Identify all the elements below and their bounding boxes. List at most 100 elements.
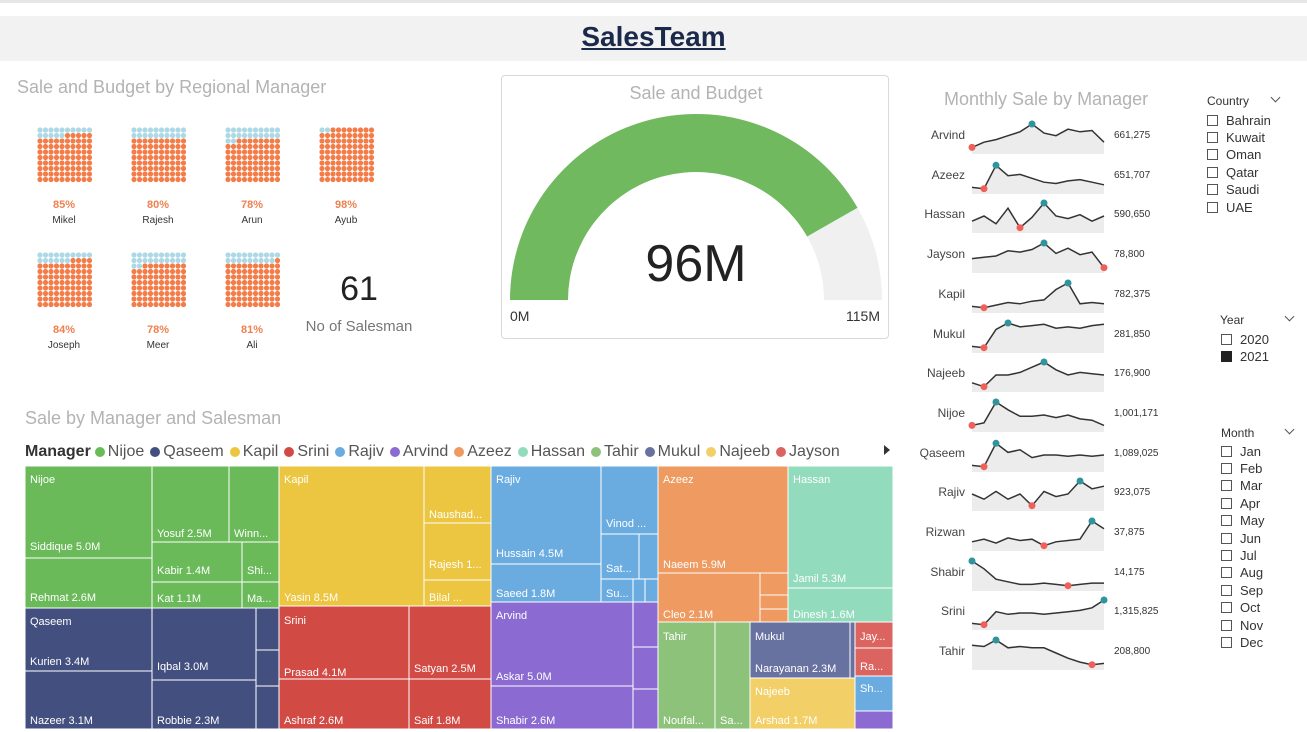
checkbox[interactable]: [1221, 515, 1232, 527]
slicer-option[interactable]: Bahrain: [1207, 112, 1271, 128]
waffle-dot: [269, 263, 275, 269]
checkbox[interactable]: [1207, 131, 1218, 143]
checkbox[interactable]: [1207, 184, 1218, 196]
checkbox[interactable]: [1221, 497, 1232, 509]
waffle-dot: [269, 301, 275, 308]
legend-item[interactable]: Hassan: [517, 443, 585, 461]
waffle-dot: [59, 252, 65, 258]
slicer-option[interactable]: Apr: [1221, 495, 1260, 511]
slicer-option[interactable]: Jun: [1221, 530, 1261, 546]
legend-item[interactable]: Najeeb: [706, 443, 770, 461]
waffle-dot: [230, 154, 237, 161]
legend-next-arrow-icon[interactable]: [884, 445, 890, 455]
waffle-dot: [258, 154, 264, 161]
checkbox[interactable]: [1221, 619, 1232, 631]
waffle-dot: [247, 160, 253, 166]
slicer-option[interactable]: May: [1221, 513, 1265, 529]
waffle-dot: [147, 149, 154, 155]
slicer-option[interactable]: Oman: [1207, 147, 1261, 163]
slicer-option[interactable]: 2021: [1221, 348, 1269, 364]
treemap-label: Naushad...: [429, 509, 482, 521]
checkbox[interactable]: [1207, 201, 1218, 213]
checkbox[interactable]: [1221, 333, 1232, 345]
chevron-down-icon[interactable]: [1284, 311, 1295, 322]
chevron-down-icon[interactable]: [1284, 424, 1295, 435]
checkbox[interactable]: [1207, 114, 1218, 126]
waffle-dot: [147, 301, 154, 308]
waffle-dot: [252, 143, 259, 150]
slicer-option[interactable]: Saudi: [1207, 182, 1259, 198]
waffle-dot: [274, 263, 281, 269]
waffle-dot: [158, 296, 165, 302]
checkbox[interactable]: [1221, 445, 1232, 457]
slicer-option[interactable]: Mar: [1221, 478, 1262, 494]
waffle-dot: [142, 132, 148, 139]
waffle-dot: [59, 263, 65, 269]
slicer-option[interactable]: Nov: [1221, 617, 1263, 633]
checkbox[interactable]: [1221, 532, 1232, 544]
treemap-chart[interactable]: Siddique 5.0M Rehmat 2.6M Yosuf 2.5M Winn..…: [25, 466, 893, 730]
waffle-dot: [269, 149, 275, 155]
waffle-dot: [147, 165, 154, 172]
legend-label: Hassan: [530, 443, 585, 460]
slicer-option[interactable]: UAE: [1207, 199, 1253, 215]
checkbox[interactable]: [1221, 350, 1232, 362]
slicer-option[interactable]: Oct: [1221, 600, 1260, 616]
slicer-option[interactable]: Dec: [1221, 634, 1263, 650]
legend-item[interactable]: Jayson: [776, 443, 840, 461]
waffle-dot: [75, 301, 82, 308]
checkbox[interactable]: [1207, 149, 1218, 161]
slicer-option[interactable]: Aug: [1221, 565, 1263, 581]
slicer-option[interactable]: Sep: [1221, 582, 1263, 598]
slicer-option[interactable]: Jan: [1221, 443, 1261, 459]
slicer-option[interactable]: 2020: [1221, 331, 1269, 347]
checkbox[interactable]: [1207, 166, 1218, 178]
waffle-dot: [175, 176, 181, 183]
waffle-dot: [147, 252, 154, 258]
legend-item[interactable]: Rajiv: [335, 443, 384, 461]
slicer-option-label: Qatar: [1226, 164, 1259, 180]
slicer-option-label: Mar: [1240, 478, 1263, 494]
checkbox[interactable]: [1221, 462, 1232, 474]
checkbox[interactable]: [1221, 549, 1232, 561]
legend-item[interactable]: Tahir: [590, 443, 639, 461]
slicer-option[interactable]: Feb: [1221, 460, 1262, 476]
waffle-dot: [319, 171, 325, 177]
treemap-cell: [644, 578, 659, 603]
legend-dot: [706, 447, 717, 457]
waffle-dot: [81, 263, 87, 269]
waffle-dot: [164, 279, 170, 286]
gauge-card[interactable]: Sale and Budget 96M 0M 115M: [501, 75, 889, 339]
waffle-dot: [357, 132, 364, 139]
waffle-dot: [64, 176, 71, 183]
legend-item[interactable]: Kapil: [229, 443, 278, 461]
checkbox[interactable]: [1221, 584, 1232, 596]
slicer-option[interactable]: Kuwait: [1207, 129, 1265, 145]
legend-item[interactable]: Srini: [284, 443, 329, 461]
waffle-dot: [131, 160, 137, 166]
waffle-dot: [147, 274, 154, 280]
waffle-dot: [274, 290, 281, 297]
waffle-dot: [64, 279, 71, 286]
waffle-dot: [37, 132, 43, 139]
waffle-dot: [37, 274, 43, 280]
chevron-down-icon[interactable]: [1270, 92, 1281, 103]
legend-item[interactable]: Qaseem: [150, 443, 224, 461]
slicer-option[interactable]: Qatar: [1207, 164, 1259, 180]
sparkline-high-marker: [992, 636, 1000, 644]
checkbox[interactable]: [1221, 602, 1232, 614]
waffle-dot: [158, 285, 165, 291]
slicer-option[interactable]: Jul: [1221, 547, 1257, 563]
waffle-dot: [70, 149, 76, 155]
waffle-dot: [131, 296, 137, 302]
legend-item[interactable]: Nijoe: [94, 443, 144, 461]
waffle-dot: [42, 279, 49, 286]
legend-item[interactable]: Mukul: [644, 443, 700, 461]
checkbox[interactable]: [1221, 636, 1232, 648]
legend-item[interactable]: Arvind: [389, 443, 448, 461]
legend-item[interactable]: Azeez: [454, 443, 512, 461]
waffle-dot: [335, 176, 342, 183]
checkbox[interactable]: [1221, 567, 1232, 579]
checkbox[interactable]: [1221, 480, 1232, 492]
sparkline-value: 590,650: [1114, 209, 1151, 221]
